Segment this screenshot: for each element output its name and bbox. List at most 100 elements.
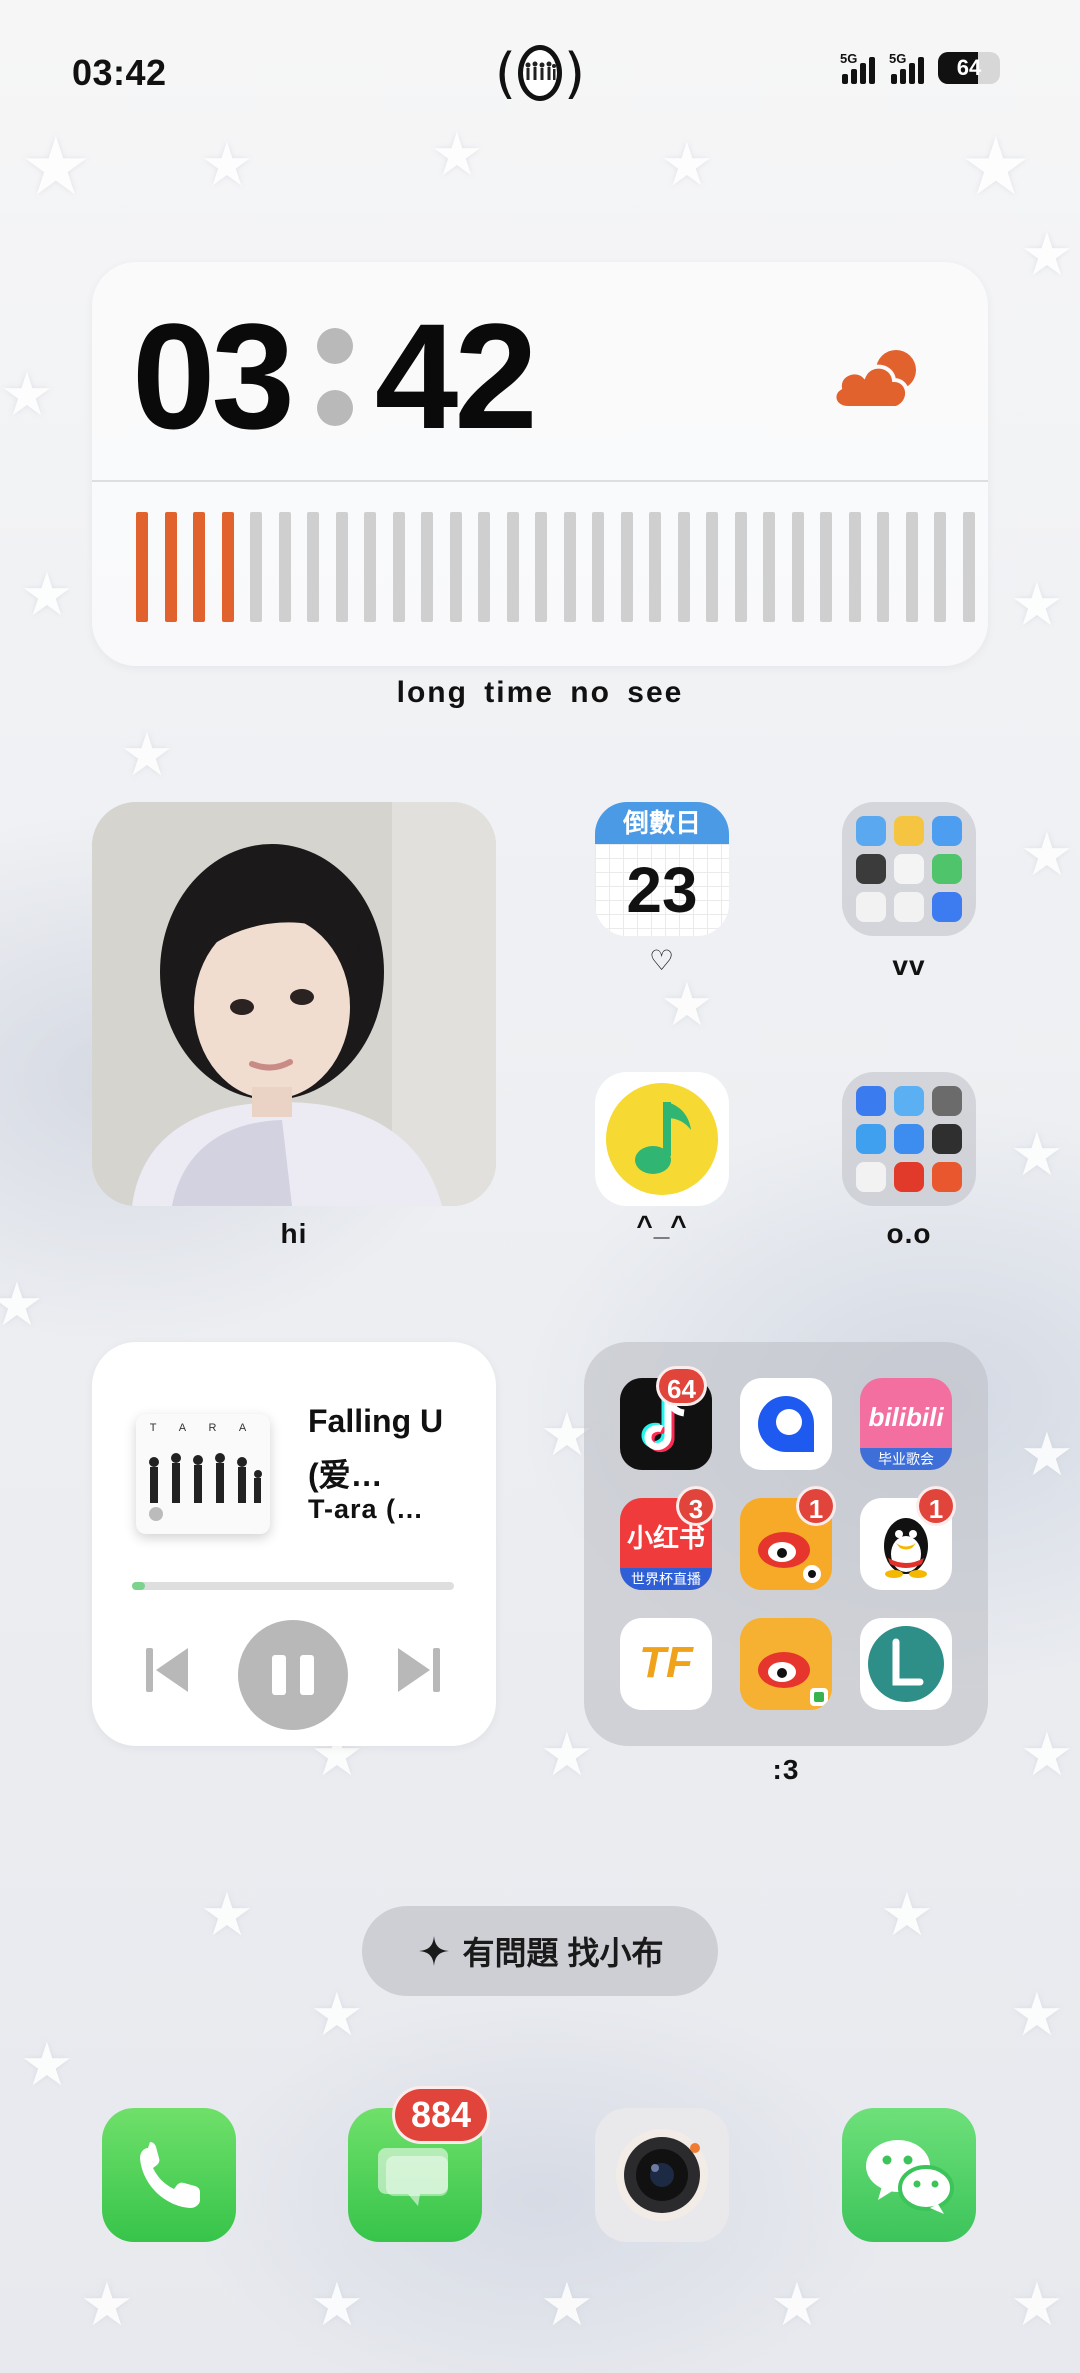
star-decoration: ★ bbox=[1020, 220, 1074, 290]
progress-bar-segment bbox=[335, 512, 348, 622]
app-quark[interactable] bbox=[740, 1378, 832, 1470]
app-label: ♡ bbox=[648, 944, 676, 977]
progress-bar-segment bbox=[193, 512, 205, 622]
progress-bar-segment bbox=[449, 512, 462, 622]
progress-bar-segment bbox=[763, 512, 775, 622]
clock-minutes: 42 bbox=[374, 292, 538, 460]
star-decoration: ★ bbox=[1010, 1120, 1064, 1190]
star-decoration: ★ bbox=[1020, 1720, 1074, 1790]
status-indicators: 5G 5G 64 bbox=[840, 51, 1000, 84]
app-weibo-lite[interactable] bbox=[740, 1618, 832, 1710]
clock-colon bbox=[316, 327, 353, 426]
pause-icon-bar bbox=[272, 1655, 286, 1695]
island-bracket-right: ) bbox=[564, 41, 586, 105]
app-l[interactable] bbox=[860, 1618, 952, 1710]
star-decoration: ★ bbox=[200, 130, 254, 200]
progress-bar-segment bbox=[250, 512, 262, 622]
star-decoration: ★ bbox=[1010, 2270, 1064, 2340]
star-decoration: ★ bbox=[0, 360, 54, 430]
progress-bar-segment bbox=[706, 512, 718, 622]
star-decoration: ★ bbox=[1020, 1420, 1074, 1490]
progress-bar-segment bbox=[364, 512, 376, 622]
star-decoration: ★ bbox=[120, 720, 174, 790]
assistant-label: 有問題 找小布 bbox=[462, 1935, 664, 1971]
album-header: T A R A bbox=[149, 1422, 257, 1434]
progress-bar-segment bbox=[506, 512, 519, 622]
notification-badge: 64 bbox=[656, 1366, 707, 1406]
assistant-button[interactable]: 有問題 找小布 bbox=[362, 1906, 718, 1996]
notification-badge: 884 bbox=[392, 2086, 491, 2144]
folder-vv[interactable] bbox=[842, 802, 976, 936]
pause-button[interactable] bbox=[238, 1620, 348, 1730]
star-decoration: ★ bbox=[310, 1980, 364, 2050]
next-track-button[interactable] bbox=[394, 1644, 442, 1701]
dock-camera[interactable] bbox=[595, 2108, 729, 2242]
cloud-moon-icon bbox=[826, 344, 926, 421]
star-decoration: ★ bbox=[770, 2270, 824, 2340]
dock-wechat[interactable] bbox=[842, 2108, 976, 2242]
app-countdown[interactable]: 倒數日 23 bbox=[595, 802, 729, 936]
bilibili-logo: bilibili bbox=[868, 1402, 944, 1432]
progress-bar-segment bbox=[877, 512, 889, 622]
progress-bar-segment bbox=[307, 512, 319, 622]
progress-bar-segment bbox=[649, 512, 661, 622]
previous-track-button[interactable] bbox=[144, 1644, 192, 1701]
app-label: ^_^ bbox=[636, 1210, 688, 1241]
progress-bar-segment bbox=[734, 512, 747, 622]
dynamic-island[interactable]: ( ) bbox=[495, 40, 585, 106]
album-cover[interactable]: T A R A bbox=[136, 1414, 270, 1534]
progress-bar-segment bbox=[478, 512, 490, 622]
progress-bar-segment bbox=[278, 512, 291, 622]
star-decoration: ★ bbox=[20, 120, 92, 213]
progress-bar-segment bbox=[677, 512, 690, 622]
star-decoration: ★ bbox=[960, 120, 1032, 213]
star-decoration: ★ bbox=[660, 970, 714, 1040]
progress-bar-segment bbox=[221, 512, 234, 622]
folder-label: vv bbox=[892, 950, 926, 981]
weibo-lite-icon bbox=[740, 1618, 832, 1710]
star-decoration: ★ bbox=[200, 1880, 254, 1950]
dock-messages[interactable]: 884 bbox=[348, 2086, 491, 2242]
photo-widget-label: hi bbox=[280, 1218, 308, 1249]
divider bbox=[92, 480, 988, 482]
sparkle-icon bbox=[418, 1936, 449, 1966]
progress-bar-segment bbox=[535, 512, 547, 622]
portrait-photo bbox=[92, 802, 496, 1206]
photo-widget[interactable] bbox=[92, 802, 496, 1206]
wechat-icon bbox=[866, 2140, 954, 2214]
app-tencent-sports[interactable]: TF bbox=[620, 1618, 712, 1710]
signal-icon: 5G bbox=[889, 51, 924, 84]
star-decoration: ★ bbox=[1020, 820, 1074, 890]
playback-progress[interactable] bbox=[132, 1582, 454, 1590]
progress-bar-segment bbox=[962, 512, 975, 622]
clock-hours: 03 bbox=[132, 292, 295, 460]
app-qq-music[interactable] bbox=[595, 1072, 729, 1206]
folder-label: o.o bbox=[886, 1218, 932, 1249]
folder-apps[interactable]: bilibili 毕业歌会 小红书 世界杯直播 TF 64 3 1 1 bbox=[584, 1342, 988, 1746]
folder-oo[interactable] bbox=[842, 1072, 976, 1206]
status-time: 03:42 bbox=[72, 52, 167, 93]
previous-icon bbox=[146, 1648, 188, 1692]
next-icon bbox=[398, 1648, 440, 1692]
dock-phone[interactable] bbox=[102, 2108, 236, 2242]
app-bilibili[interactable]: bilibili 毕业歌会 bbox=[860, 1378, 952, 1470]
notification-badge: 1 bbox=[916, 1486, 956, 1526]
progress-bars bbox=[136, 512, 975, 622]
star-decoration: ★ bbox=[80, 2270, 134, 2340]
progress-bar-segment bbox=[592, 512, 604, 622]
music-note-icon bbox=[606, 1083, 718, 1195]
clock-time: 03 42 bbox=[132, 290, 538, 463]
star-decoration: ★ bbox=[540, 2270, 594, 2340]
notification-badge: 1 bbox=[796, 1486, 836, 1526]
star-decoration: ★ bbox=[660, 130, 714, 200]
clock-widget[interactable]: 03 42 bbox=[92, 262, 988, 666]
battery-level: 64 bbox=[956, 55, 982, 80]
tencent-sports-logo: TF bbox=[639, 1638, 693, 1687]
progress-bar-segment bbox=[563, 512, 576, 622]
album-artwork bbox=[149, 1453, 262, 1521]
song-artist: T-ara (… bbox=[308, 1494, 425, 1524]
progress-bar-segment bbox=[392, 512, 405, 622]
music-widget[interactable]: T A R A Falling U (爱… T-ara (… bbox=[92, 1342, 496, 1746]
island-bracket-left: ( bbox=[494, 41, 516, 105]
star-decoration: ★ bbox=[430, 120, 484, 190]
